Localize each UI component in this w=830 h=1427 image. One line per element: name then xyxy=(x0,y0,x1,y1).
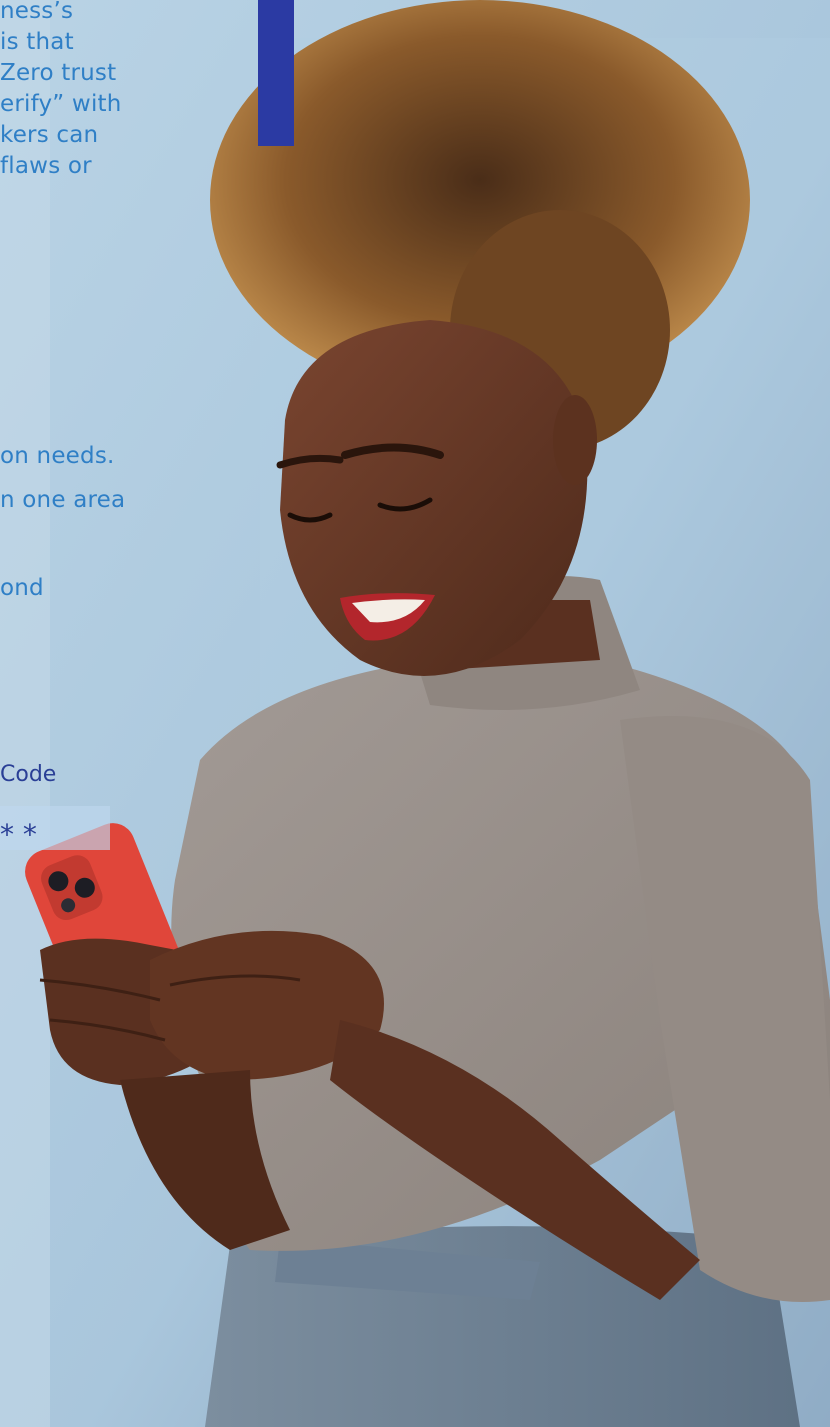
article-line: kers can xyxy=(0,122,99,148)
photo-scene xyxy=(0,0,830,1427)
code-label: Code xyxy=(0,762,57,787)
article-line: ness’s xyxy=(0,0,74,24)
article-line: flaws or xyxy=(0,153,92,179)
article-text-middle: on needs. n one area ond xyxy=(0,434,125,610)
code-input[interactable]: * * xyxy=(0,806,110,850)
article-line: erify” with xyxy=(0,91,122,117)
article-text-top: ness’s is that Zero trust erify” with ke… xyxy=(0,0,122,182)
article-line: ond xyxy=(0,575,44,601)
article-line: n one area xyxy=(0,487,126,513)
accent-bar xyxy=(258,0,294,146)
article-line: is that xyxy=(0,29,74,55)
article-line xyxy=(0,522,125,566)
article-line: on needs. xyxy=(0,443,115,469)
article-line: Zero trust xyxy=(0,60,117,86)
